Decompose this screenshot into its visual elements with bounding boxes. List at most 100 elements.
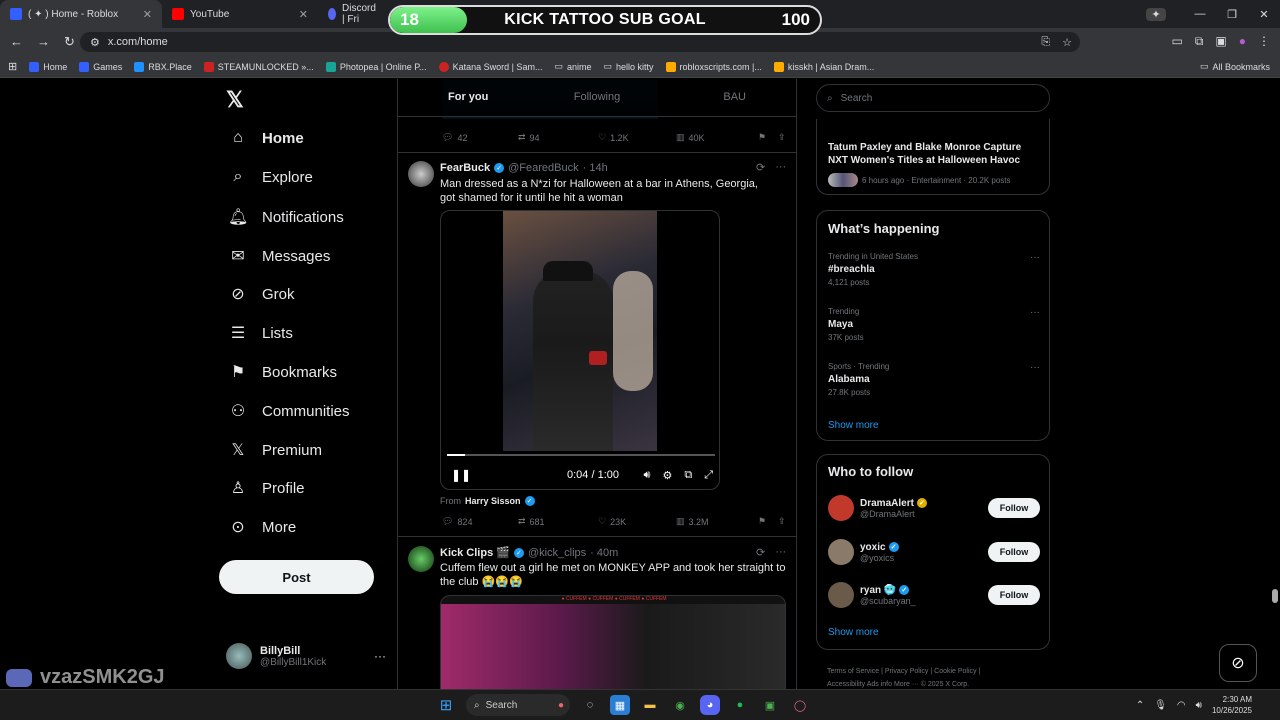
follow-button[interactable]: Follow xyxy=(988,585,1040,605)
footer-link[interactable]: Ads info xyxy=(867,681,892,688)
star-icon[interactable]: ☆ xyxy=(1062,36,1072,49)
trend-item[interactable]: Trending in United States #breachla 4,12… xyxy=(828,252,1040,287)
spotify-icon[interactable]: ● xyxy=(730,695,750,715)
tab-bau[interactable]: BAU xyxy=(647,79,796,116)
follow-suggestion[interactable]: DramaAlert ✓ @DramaAlert Follow xyxy=(828,493,1040,523)
bookmark-rbxplace[interactable]: RBX.Place xyxy=(134,61,192,72)
bookmark-games[interactable]: Games xyxy=(79,61,122,72)
tweet-handle[interactable]: @FearedBuck xyxy=(508,162,578,174)
sidepanel-icon[interactable]: ▣ xyxy=(1215,34,1226,49)
bookmark-steamunlocked[interactable]: STEAMUNLOCKED »... xyxy=(203,61,314,72)
site-info-icon[interactable]: ⚙ xyxy=(90,36,100,49)
nav-home[interactable]: ⌂ Home xyxy=(228,129,304,147)
avatar[interactable] xyxy=(408,161,434,187)
more-dots-icon[interactable]: ··· xyxy=(1030,362,1040,373)
microphone-icon[interactable]: 🎙︎ xyxy=(1154,700,1167,711)
bookmark-photopea[interactable]: Photopea | Online P... xyxy=(325,61,427,72)
like-button[interactable]: ♡ 1.2K xyxy=(598,132,676,143)
account-switcher[interactable]: BillyBill @BillyBill1Kick ··· xyxy=(226,643,386,669)
follow-button[interactable]: Follow xyxy=(988,498,1040,518)
more-dots-icon[interactable]: ··· xyxy=(374,649,386,663)
scrollbar-thumb[interactable] xyxy=(1272,589,1278,603)
taskbar-search[interactable]: ⌕ Search ● xyxy=(466,694,570,716)
video-source-name[interactable]: Harry Sisson xyxy=(465,496,521,506)
views-button[interactable]: ▥ 3.2M xyxy=(676,516,758,527)
follow-suggestion[interactable]: ryan 🥶 ✓ @scubaryan_ Follow xyxy=(828,580,1040,610)
more-dots-icon[interactable]: ··· xyxy=(775,161,786,174)
file-explorer-icon[interactable]: ▬ xyxy=(640,695,660,715)
discord-icon[interactable]: ◕ xyxy=(700,695,720,715)
video-player[interactable]: ❚❚ 0:04 / 1:00 🔊︎ ⚙ ⧉ ⤢ xyxy=(440,210,720,490)
tab-following[interactable]: Following xyxy=(547,79,646,116)
menu-dots-icon[interactable]: ⋮ xyxy=(1258,34,1270,49)
share-icon[interactable]: ⇪ xyxy=(778,132,786,143)
store-icon[interactable]: ▦ xyxy=(610,695,630,715)
show-more-link[interactable]: Show more xyxy=(828,420,879,431)
reload-icon[interactable]: ↻ xyxy=(64,34,75,50)
bookmark-home[interactable]: Home xyxy=(29,61,67,72)
close-icon[interactable]: ✕ xyxy=(299,8,308,21)
video-player[interactable]: ● CUFFEM ● CUFFEM ● CUFFEM ● CUFFEM xyxy=(440,595,786,689)
reply-button[interactable]: 💬︎ 42 xyxy=(442,132,518,143)
search-input[interactable]: ⌕ Search xyxy=(816,84,1050,112)
clock[interactable]: 2:30 AM 10/26/2025 xyxy=(1212,694,1252,716)
follow-button[interactable]: Follow xyxy=(988,542,1040,562)
minimize-icon[interactable]: — xyxy=(1184,8,1216,20)
footer-link[interactable]: Privacy Policy xyxy=(885,668,929,675)
chevron-up-icon[interactable]: ⌃ xyxy=(1136,700,1144,711)
grok-floating-button[interactable]: ⊘ xyxy=(1219,644,1257,682)
app-icon[interactable]: ▣ xyxy=(760,695,780,715)
more-dots-icon[interactable]: ··· xyxy=(1030,307,1040,318)
share-icon[interactable]: ⇪ xyxy=(778,516,786,527)
nav-more[interactable]: ⊙ More xyxy=(228,517,296,537)
nav-premium[interactable]: 𝕏 Premium xyxy=(228,440,322,460)
show-more-link[interactable]: Show more xyxy=(828,627,879,638)
more-dots-icon[interactable]: ··· xyxy=(775,546,786,559)
trend-item[interactable]: Trending Maya 37K posts ··· xyxy=(828,307,1040,342)
all-bookmarks[interactable]: ▭ All Bookmarks xyxy=(1200,61,1270,72)
nav-bookmarks[interactable]: ⚑ Bookmarks xyxy=(228,362,337,382)
apps-grid-icon[interactable]: ⊞ xyxy=(8,60,17,73)
footer-link[interactable]: Accessibility xyxy=(827,681,865,688)
repost-button[interactable]: ⇄ 681 xyxy=(518,516,598,527)
views-button[interactable]: ▥ 40K xyxy=(676,132,758,143)
grok-explain-icon[interactable]: ⟳ xyxy=(756,546,765,559)
video-progress-bar[interactable] xyxy=(447,454,715,456)
volume-icon[interactable]: 🔊︎ xyxy=(644,469,651,482)
back-icon[interactable]: ← xyxy=(10,34,23,50)
bookmark-katana[interactable]: Katana Sword | Sam... xyxy=(438,61,542,72)
pip-icon[interactable]: ⧉ xyxy=(684,469,692,482)
url-bar[interactable]: ⚙ x.com/home ⎘ ☆ xyxy=(80,32,1080,52)
tab-roblox[interactable]: ( ✦ ) Home - Roblox ✕ xyxy=(0,0,162,28)
follow-suggestion[interactable]: yoxic ✓ @yoxics Follow xyxy=(828,537,1040,567)
footer-link[interactable]: More ··· xyxy=(894,681,919,688)
pause-icon[interactable]: ❚❚ xyxy=(451,468,471,482)
tab-youtube[interactable]: YouTube ✕ xyxy=(162,0,318,28)
restore-icon[interactable]: ❐ xyxy=(1216,8,1248,21)
repost-button[interactable]: ⇄ 94 xyxy=(518,132,598,143)
footer-link[interactable]: Terms of Service xyxy=(827,668,879,675)
nav-grok[interactable]: ⊘ Grok xyxy=(228,284,294,304)
nav-communities[interactable]: ⚇ Communities xyxy=(228,401,350,421)
opera-icon[interactable]: ◯ xyxy=(790,695,810,715)
avatar[interactable] xyxy=(408,546,434,572)
puzzle-icon[interactable]: ⧉ xyxy=(1195,34,1204,49)
x-logo-icon[interactable]: 𝕏 xyxy=(226,87,244,113)
tweet-time[interactable]: · 14h xyxy=(583,162,608,174)
chrome-icon[interactable]: ◉ xyxy=(670,695,690,715)
like-button[interactable]: ♡ 23K xyxy=(598,516,676,527)
nav-notifications[interactable]: 🔔︎ Notifications xyxy=(228,207,344,227)
bookmark-folder-anime[interactable]: ▭ anime xyxy=(554,61,591,72)
close-window-icon[interactable]: ✕ xyxy=(1248,8,1280,21)
install-icon[interactable]: ⎘ xyxy=(1041,36,1050,49)
bookmark-folder-hello-kitty[interactable]: ▭ hello kitty xyxy=(603,61,653,72)
tab-discord[interactable]: Discord | Fri xyxy=(318,0,388,28)
nav-profile[interactable]: ♙ Profile xyxy=(228,478,305,498)
volume-icon[interactable]: 🔊︎ xyxy=(1196,700,1202,711)
close-icon[interactable]: ✕ xyxy=(143,8,152,21)
fullscreen-icon[interactable]: ⤢ xyxy=(704,469,713,482)
wifi-icon[interactable]: ◠ xyxy=(1177,700,1186,711)
tweet-handle[interactable]: @kick_clips xyxy=(528,547,586,559)
extension-star-icon[interactable]: ✦ xyxy=(1146,7,1166,21)
more-dots-icon[interactable]: ··· xyxy=(1030,252,1040,263)
